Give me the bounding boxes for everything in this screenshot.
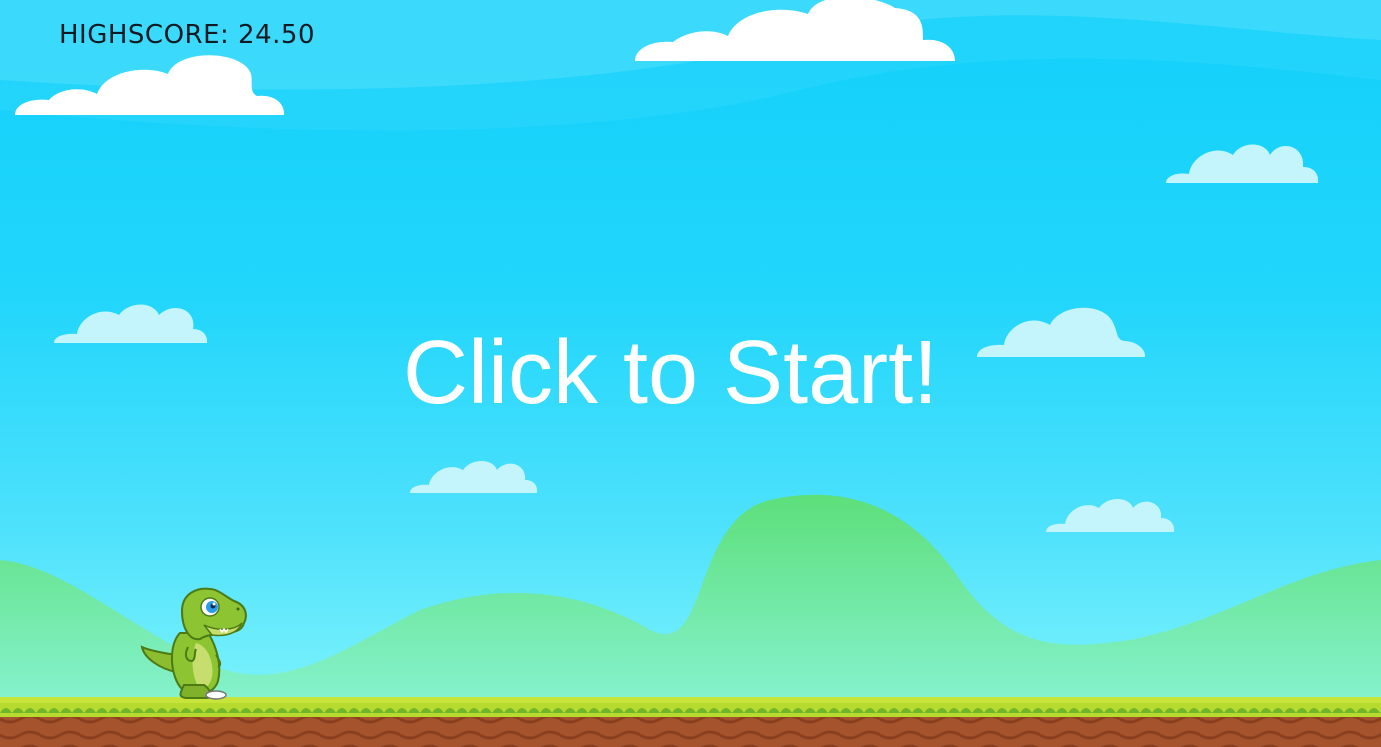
cloud-icon (54, 304, 208, 343)
cloud-icon (15, 55, 285, 115)
cloud-icon (410, 461, 538, 493)
cloud-icon (635, 0, 955, 61)
dinosaur-icon (140, 587, 247, 700)
highscore-label: HIGHSCORE: 24.50 (59, 20, 315, 50)
cloud-icon (977, 307, 1146, 357)
start-prompt[interactable]: Click to Start! (403, 322, 938, 425)
game-canvas[interactable]: HIGHSCORE: 24.50 Click to Start! (0, 0, 1381, 747)
ground (0, 697, 1381, 747)
cloud-icon (1046, 499, 1175, 532)
cloud-icon (1166, 144, 1319, 183)
